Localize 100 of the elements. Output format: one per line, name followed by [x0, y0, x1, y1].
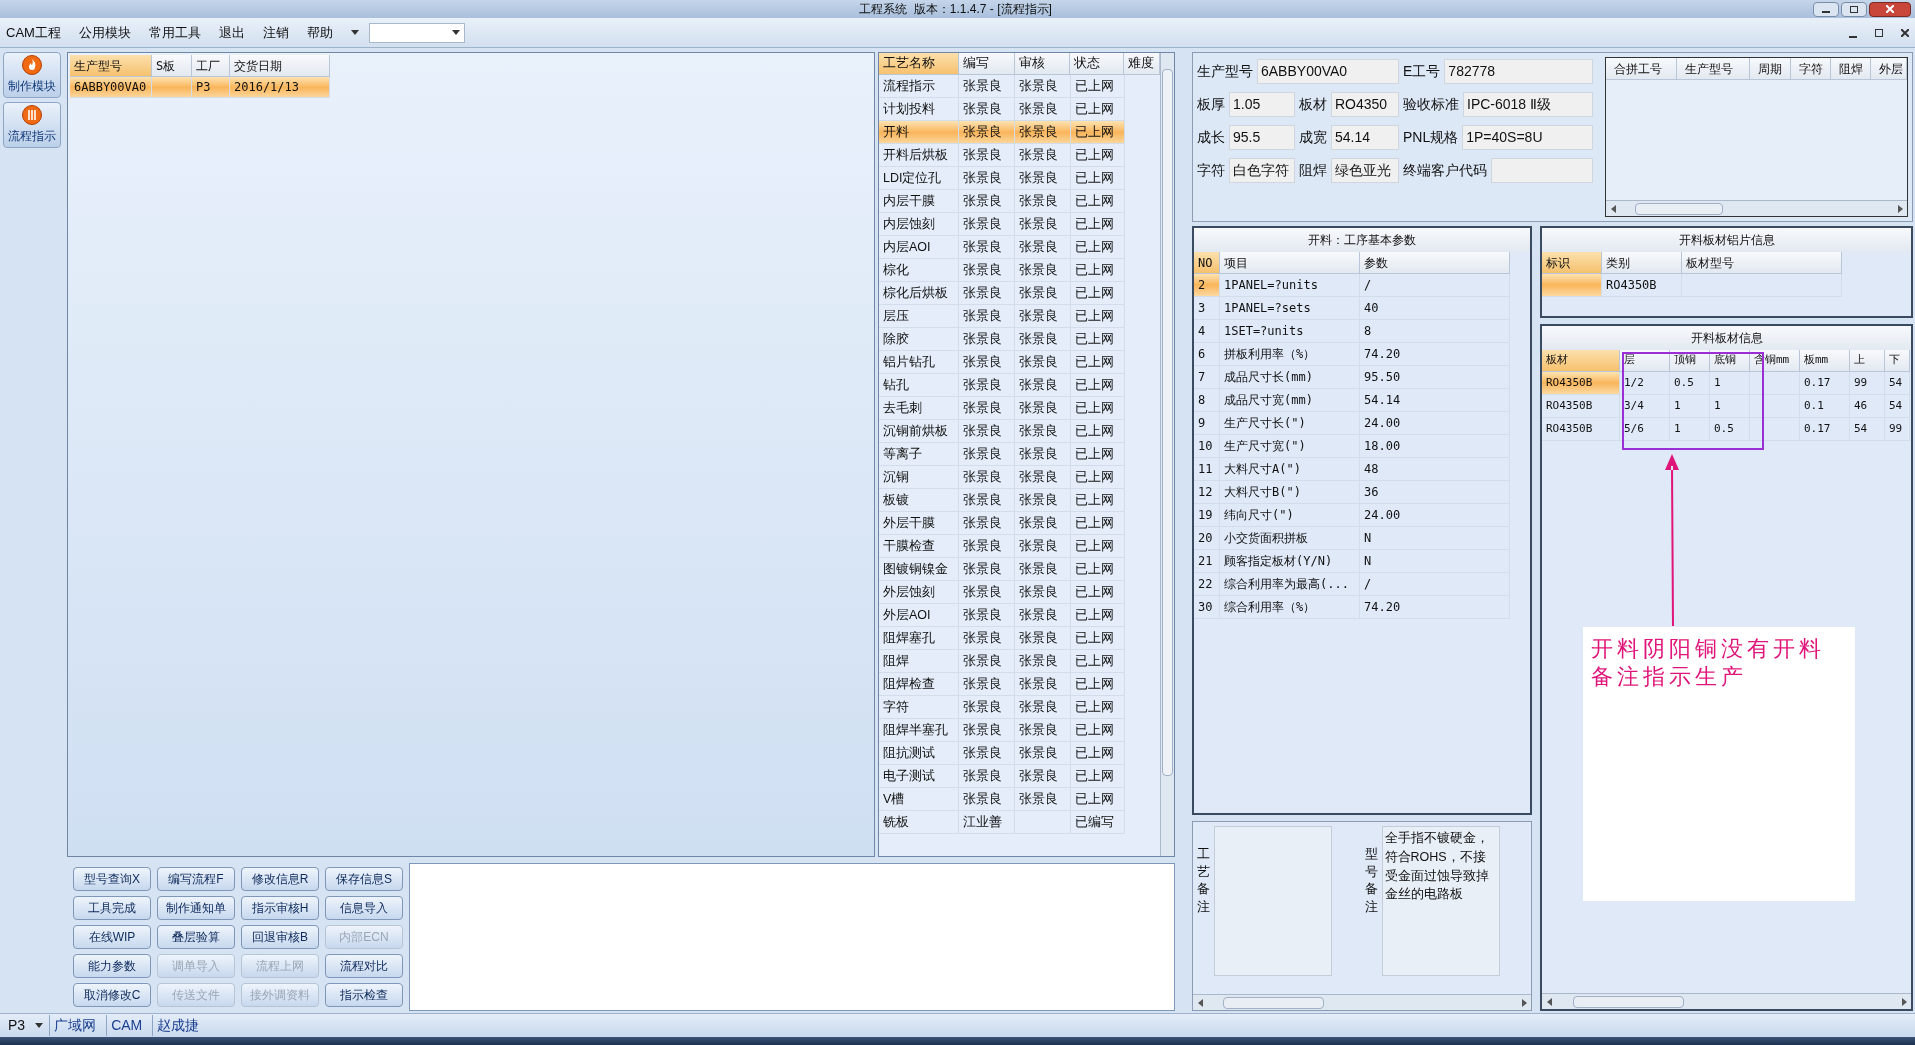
table-row[interactable]: 字符 张景良 张景良 已上网	[879, 696, 1125, 719]
column-header[interactable]: 项目	[1220, 252, 1360, 274]
table-row[interactable]: 内层干膜 张景良 张景良 已上网	[879, 190, 1125, 213]
column-header[interactable]: S板	[152, 55, 192, 77]
column-header[interactable]: 字符	[1791, 58, 1831, 80]
table-row[interactable]: 内层蚀刻 张景良 张景良 已上网	[879, 213, 1125, 236]
text-field[interactable]: 782778	[1444, 59, 1593, 84]
scroll-thumb[interactable]	[1573, 995, 1685, 1008]
table-row[interactable]: 开料后烘板 张景良 张景良 已上网	[879, 144, 1125, 167]
restore-icon[interactable]	[1841, 1, 1867, 17]
table-row[interactable]: RO4350B 1/2 0.5 1 0.17 99 54	[1542, 372, 1910, 395]
action-button[interactable]: 在线WIP	[73, 925, 151, 949]
column-header[interactable]: 板材	[1542, 350, 1620, 372]
action-button[interactable]: 流程对比	[325, 954, 403, 978]
text-field[interactable]	[1491, 158, 1593, 183]
action-button[interactable]: 指示审核H	[241, 896, 319, 920]
table-row[interactable]: 电子测试 张景良 张景良 已上网	[879, 765, 1125, 788]
remark-text[interactable]: 全手指不镀硬金，符合ROHS，不接受金面过蚀导致掉金丝的电路板	[1381, 826, 1500, 976]
table-row[interactable]: 去毛刺 张景良 张景良 已上网	[879, 397, 1125, 420]
mdi-close-icon[interactable]	[1901, 28, 1909, 37]
table-row[interactable]: RO4350B	[1542, 274, 1842, 297]
action-button[interactable]: 工具完成	[73, 896, 151, 920]
sidebar-button[interactable]: 流程指示	[3, 102, 61, 148]
column-header[interactable]: 交货日期	[230, 55, 330, 77]
column-header[interactable]: 外层	[1871, 58, 1907, 80]
table-row[interactable]: 外层干膜 张景良 张景良 已上网	[879, 512, 1125, 535]
table-row[interactable]: 外层AOI 张景良 张景良 已上网	[879, 604, 1125, 627]
action-button[interactable]: 型号查询X	[73, 867, 151, 891]
table-row[interactable]: 内层AOI 张景良 张景良 已上网	[879, 236, 1125, 259]
table-row[interactable]: 等离子 张景良 张景良 已上网	[879, 443, 1125, 466]
text-field[interactable]: 1P=40S=8U	[1462, 125, 1593, 150]
table-row[interactable]: 9 生产尺寸长(") 24.00	[1194, 412, 1510, 435]
text-field[interactable]: IPC-6018 Ⅱ级	[1463, 92, 1593, 117]
text-field[interactable]: RO4350	[1331, 92, 1399, 117]
table-row[interactable]: 10 生产尺寸宽(") 18.00	[1194, 435, 1510, 458]
table-row[interactable]: 外层蚀刻 张景良 张景良 已上网	[879, 581, 1125, 604]
column-header[interactable]: 周期	[1750, 58, 1791, 80]
table-row[interactable]: 19 纬向尺寸(") 24.00	[1194, 504, 1510, 527]
table-row[interactable]: 沉铜 张景良 张景良 已上网	[879, 466, 1125, 489]
horizontal-scrollbar[interactable]	[1542, 993, 1911, 1009]
column-header[interactable]: 阻焊	[1831, 58, 1871, 80]
table-row[interactable]: 图镀铜镍金 张景良 张景良 已上网	[879, 558, 1125, 581]
status-item[interactable]: P3	[4, 1015, 30, 1036]
table-row[interactable]: RO4350B 3/4 1 1 0.1 46 54	[1542, 395, 1910, 418]
table-row[interactable]: 阻抗测试 张景良 张景良 已上网	[879, 742, 1125, 765]
column-header[interactable]: 合拼工号	[1606, 58, 1678, 80]
table-row[interactable]: 沉铜前烘板 张景良 张景良 已上网	[879, 420, 1125, 443]
table-row[interactable]: 3 1PANEL=?sets 40	[1194, 297, 1510, 320]
column-header[interactable]: 板材型号	[1682, 252, 1842, 274]
table-row[interactable]: 流程指示 张景良 张景良 已上网	[879, 75, 1125, 98]
action-button[interactable]: 取消修改C	[73, 983, 151, 1007]
table-row[interactable]: 钻孔 张景良 张景良 已上网	[879, 374, 1125, 397]
action-button[interactable]: 叠层验算	[157, 925, 235, 949]
table-row[interactable]: 12 大料尺寸B(") 36	[1194, 481, 1510, 504]
action-button[interactable]: 制作通知单	[157, 896, 235, 920]
menu-item[interactable]: 常用工具	[148, 22, 201, 43]
table-row[interactable]: 铣板 江业善 已编写	[879, 811, 1125, 834]
horizontal-scrollbar[interactable]	[1193, 994, 1531, 1010]
action-button[interactable]: 信息导入	[325, 896, 403, 920]
text-field[interactable]: 白色字符	[1229, 158, 1295, 183]
table-row[interactable]: 4 1SET=?units 8	[1194, 320, 1510, 343]
action-button[interactable]: 回退审核B	[241, 925, 319, 949]
column-header[interactable]: 标识	[1542, 252, 1602, 274]
table-row[interactable]: 7 成品尺寸长(mm) 95.50	[1194, 366, 1510, 389]
action-button[interactable]: 指示检查	[325, 983, 403, 1007]
table-row[interactable]: 阻焊塞孔 张景良 张景良 已上网	[879, 627, 1125, 650]
column-header[interactable]: 参数	[1360, 252, 1510, 274]
scroll-thumb[interactable]	[1634, 202, 1723, 215]
text-field[interactable]: 1.05	[1229, 92, 1295, 117]
vertical-scrollbar[interactable]	[1160, 53, 1174, 856]
table-row[interactable]: 11 大料尺寸A(") 48	[1194, 458, 1510, 481]
column-header[interactable]: 顶铜	[1670, 350, 1710, 372]
minimize-icon[interactable]	[1813, 1, 1839, 17]
close-icon[interactable]	[1869, 1, 1911, 17]
column-header[interactable]: 下	[1885, 350, 1910, 372]
menu-item[interactable]: CAM工程	[6, 22, 61, 43]
column-header[interactable]: NO	[1194, 252, 1220, 274]
table-row[interactable]: LDI定位孔 张景良 张景良 已上网	[879, 167, 1125, 190]
text-field[interactable]: 6ABBY00VA0	[1257, 59, 1399, 84]
menu-item[interactable]: 公用模块	[78, 22, 131, 43]
action-button[interactable]: 修改信息R	[241, 867, 319, 891]
column-header[interactable]: 编写	[958, 53, 1015, 75]
column-header[interactable]: 生产型号	[1677, 58, 1750, 80]
table-row[interactable]: 2 1PANEL=?units /	[1194, 274, 1510, 297]
status-item[interactable]: 广域网	[49, 1015, 101, 1036]
column-header[interactable]: 状态	[1070, 53, 1125, 75]
table-row[interactable]: 棕化 张景良 张景良 已上网	[879, 259, 1125, 282]
table-row[interactable]: 20 小交货面积拼板 N	[1194, 527, 1510, 550]
column-header[interactable]: 审核	[1014, 53, 1071, 75]
column-header[interactable]: 板mm	[1800, 350, 1850, 372]
mdi-restore-icon[interactable]	[1875, 28, 1883, 37]
column-header[interactable]: 工艺名称	[879, 53, 959, 75]
table-row[interactable]: 阻焊检查 张景良 张景良 已上网	[879, 673, 1125, 696]
table-row[interactable]: 棕化后烘板 张景良 张景良 已上网	[879, 282, 1125, 305]
table-row[interactable]: 除胶 张景良 张景良 已上网	[879, 328, 1125, 351]
table-row[interactable]: 阻焊半塞孔 张景良 张景良 已上网	[879, 719, 1125, 742]
table-row[interactable]: 层压 张景良 张景良 已上网	[879, 305, 1125, 328]
table-row[interactable]: V槽 张景良 张景良 已上网	[879, 788, 1125, 811]
table-row[interactable]: 21 顾客指定板材(Y/N) N	[1194, 550, 1510, 573]
table-row[interactable]: 6ABBY00VA0 P3 2016/1/13	[70, 77, 330, 98]
